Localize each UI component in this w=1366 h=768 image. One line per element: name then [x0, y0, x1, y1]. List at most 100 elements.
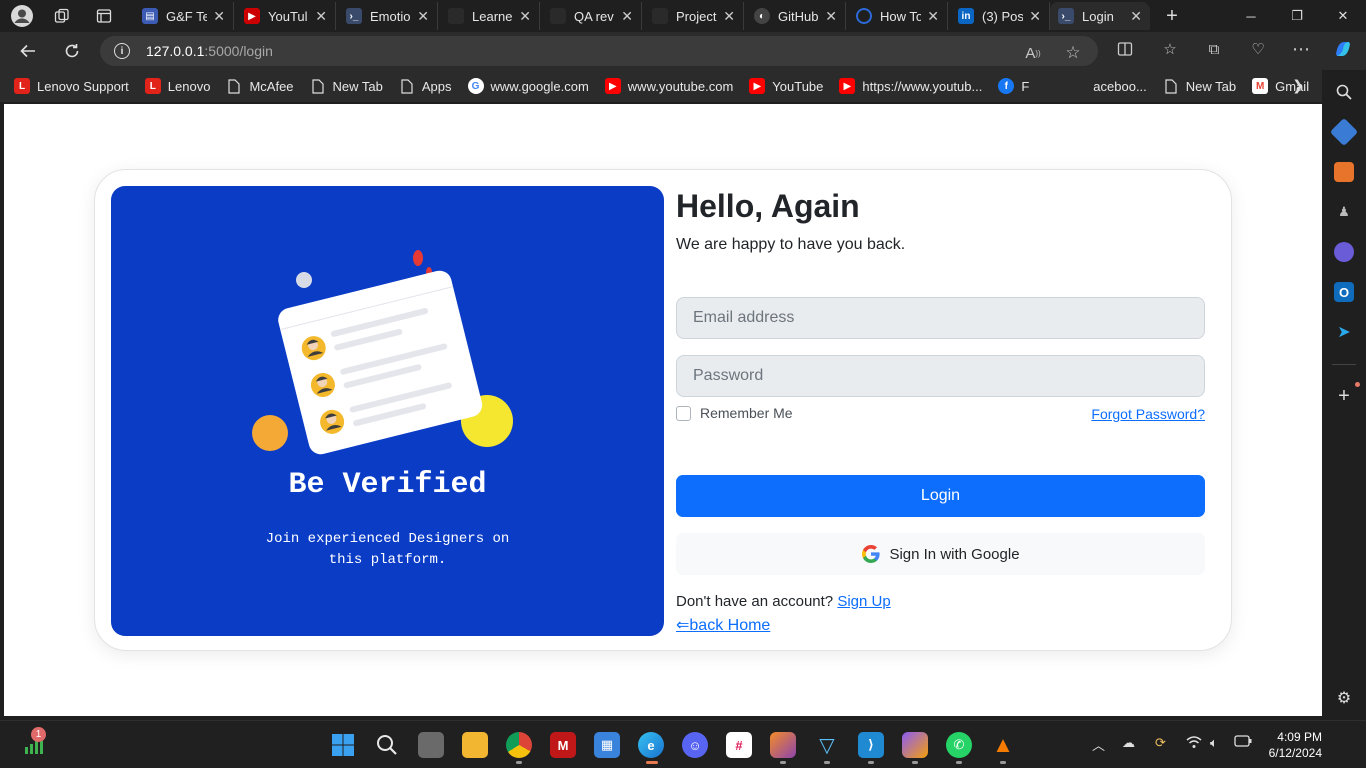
- shopping-tag-icon[interactable]: [1329, 117, 1359, 147]
- chrome-icon[interactable]: [506, 732, 532, 758]
- bookmark-item[interactable]: McAfee: [226, 78, 294, 94]
- show-hidden-icons-icon[interactable]: ︿: [1092, 735, 1105, 754]
- copilot-icon[interactable]: [1330, 36, 1356, 62]
- sidebar-divider: [1332, 364, 1356, 365]
- outlook-icon[interactable]: O: [1334, 282, 1354, 302]
- microsoft-365-icon[interactable]: [1334, 242, 1354, 262]
- onedrive-cloud-icon[interactable]: ☁: [1122, 735, 1135, 751]
- search-icon[interactable]: [1334, 82, 1354, 102]
- page-icon: [310, 78, 326, 94]
- bookmark-item[interactable]: New Tab: [1163, 78, 1236, 94]
- favorite-star-icon[interactable]: ☆: [1060, 40, 1086, 66]
- tab-actions-icon[interactable]: [90, 4, 118, 28]
- remember-me[interactable]: Remember Me: [676, 405, 793, 421]
- split-screen-icon[interactable]: [1112, 36, 1138, 62]
- refresh-icon[interactable]: [57, 37, 87, 65]
- remember-me-checkbox[interactable]: [676, 405, 691, 421]
- forgot-password-link[interactable]: Forgot Password?: [1091, 406, 1205, 422]
- browser-tab[interactable]: ▶ YouTul ✕: [236, 2, 336, 30]
- close-tab-icon[interactable]: ✕: [621, 8, 633, 25]
- close-tab-icon[interactable]: ✕: [417, 8, 429, 25]
- restore-icon[interactable]: ❐: [1274, 4, 1320, 28]
- task-view-icon[interactable]: [418, 732, 444, 758]
- profile-icon[interactable]: [8, 4, 36, 28]
- address-bar[interactable]: i 127.0.0.1:5000/login A)) ☆: [100, 36, 1098, 66]
- favorites-icon[interactable]: ☆: [1157, 36, 1183, 62]
- browser-tab[interactable]: How To ✕: [848, 2, 948, 30]
- mcafee-icon[interactable]: M: [550, 732, 576, 758]
- browser-essentials-icon[interactable]: ♡: [1245, 36, 1271, 62]
- vlc-icon[interactable]: ▲: [990, 732, 1016, 758]
- back-home-link[interactable]: ⇐back Home: [676, 615, 770, 635]
- app-icon[interactable]: [902, 732, 928, 758]
- bookmark-item[interactable]: aceboo...: [1093, 79, 1147, 94]
- browser-tab[interactable]: ›_ Emotio ✕: [338, 2, 438, 30]
- app-icon[interactable]: [770, 732, 796, 758]
- collections-icon[interactable]: ⧉: [1201, 36, 1227, 62]
- whatsapp-icon[interactable]: ✆: [946, 732, 972, 758]
- wifi-icon[interactable]: [1186, 735, 1202, 752]
- start-windows-icon[interactable]: [330, 732, 356, 758]
- hero-title: Be Verified: [288, 468, 487, 502]
- close-tab-icon[interactable]: ✕: [315, 8, 327, 25]
- tools-briefcase-icon[interactable]: [1334, 162, 1354, 182]
- bookmark-item[interactable]: ▶ https://www.youtub...: [839, 78, 982, 94]
- workspaces-icon[interactable]: [48, 4, 76, 28]
- back-arrow-icon[interactable]: [13, 37, 43, 65]
- send-icon[interactable]: ➤: [1334, 322, 1354, 342]
- volume-icon[interactable]: 🔈︎: [1210, 735, 1218, 751]
- email-field[interactable]: Email address: [676, 297, 1205, 339]
- close-window-icon[interactable]: ✕: [1320, 4, 1366, 28]
- close-tab-icon[interactable]: ✕: [825, 8, 837, 25]
- google-icon: [862, 545, 881, 563]
- windows-taskbar: 1 M ▦ e ☺ # ▽ ⟩ ✆ ▲ ︿ ☁ ⟳ 🔈︎ 4:09 PM 6/1…: [0, 720, 1366, 768]
- chevron-right-icon[interactable]: ❯: [1292, 77, 1304, 94]
- minimize-icon[interactable]: ─: [1228, 4, 1274, 28]
- browser-tab[interactable]: Project ✕: [644, 2, 744, 30]
- games-icon[interactable]: ♟: [1334, 202, 1354, 222]
- site-info-icon[interactable]: i: [114, 43, 130, 59]
- close-tab-icon[interactable]: ✕: [1130, 8, 1142, 25]
- close-tab-icon[interactable]: ✕: [213, 8, 225, 25]
- vscode-icon[interactable]: ⟩: [858, 732, 884, 758]
- signup-link[interactable]: Sign Up: [837, 593, 890, 610]
- slack-icon[interactable]: #: [726, 732, 752, 758]
- bookmark-item[interactable]: Apps: [399, 78, 452, 94]
- google-signin-button[interactable]: Sign In with Google: [676, 533, 1205, 575]
- bookmark-item[interactable]: Gwww.google.com: [467, 78, 589, 94]
- taskbar-search-icon[interactable]: [374, 732, 400, 758]
- discord-icon[interactable]: ☺: [682, 732, 708, 758]
- browser-tab[interactable]: ◐ GitHub ✕: [746, 2, 846, 30]
- vector-app-icon[interactable]: ▽: [814, 732, 840, 758]
- browser-tab-active[interactable]: ›_ Login ✕: [1050, 2, 1150, 30]
- file-explorer-icon[interactable]: [462, 732, 488, 758]
- microsoft-store-icon[interactable]: ▦: [594, 732, 620, 758]
- close-tab-icon[interactable]: ✕: [519, 8, 531, 25]
- close-tab-icon[interactable]: ✕: [723, 8, 735, 25]
- add-icon[interactable]: +: [1334, 385, 1354, 407]
- system-clock[interactable]: 4:09 PM 6/12/2024: [1269, 729, 1322, 761]
- new-tab-icon[interactable]: +: [1158, 4, 1186, 28]
- generic-app-icon: ▤: [142, 8, 158, 24]
- bookmark-item[interactable]: New Tab: [310, 78, 383, 94]
- battery-icon[interactable]: [1234, 735, 1252, 750]
- bookmark-item[interactable]: fF: [998, 78, 1029, 94]
- settings-gear-icon[interactable]: ⚙: [1334, 688, 1354, 708]
- sync-icon[interactable]: ⟳: [1155, 735, 1166, 751]
- bookmark-item[interactable]: ▶ www.youtube.com: [604, 78, 733, 94]
- bookmark-item[interactable]: ▶ YouTube: [749, 78, 823, 94]
- more-menu-icon[interactable]: ⋯: [1288, 36, 1314, 62]
- browser-tab[interactable]: QA rev ✕: [542, 2, 642, 30]
- bookmark-item[interactable]: L Lenovo: [144, 78, 210, 94]
- password-field[interactable]: Password: [676, 355, 1205, 397]
- browser-tab[interactable]: in (3) Pos ✕: [950, 2, 1050, 30]
- browser-tab[interactable]: Learne ✕: [440, 2, 540, 30]
- bookmark-item[interactable]: L Lenovo Support: [14, 78, 129, 94]
- close-tab-icon[interactable]: ✕: [927, 8, 939, 25]
- edge-icon[interactable]: e: [638, 732, 664, 758]
- read-aloud-icon[interactable]: A)): [1020, 40, 1046, 66]
- login-button[interactable]: Login: [676, 475, 1205, 517]
- close-tab-icon[interactable]: ✕: [1029, 8, 1041, 25]
- verification-illustration: [252, 250, 513, 455]
- browser-tab[interactable]: ▤ G&F Te ✕: [134, 2, 234, 30]
